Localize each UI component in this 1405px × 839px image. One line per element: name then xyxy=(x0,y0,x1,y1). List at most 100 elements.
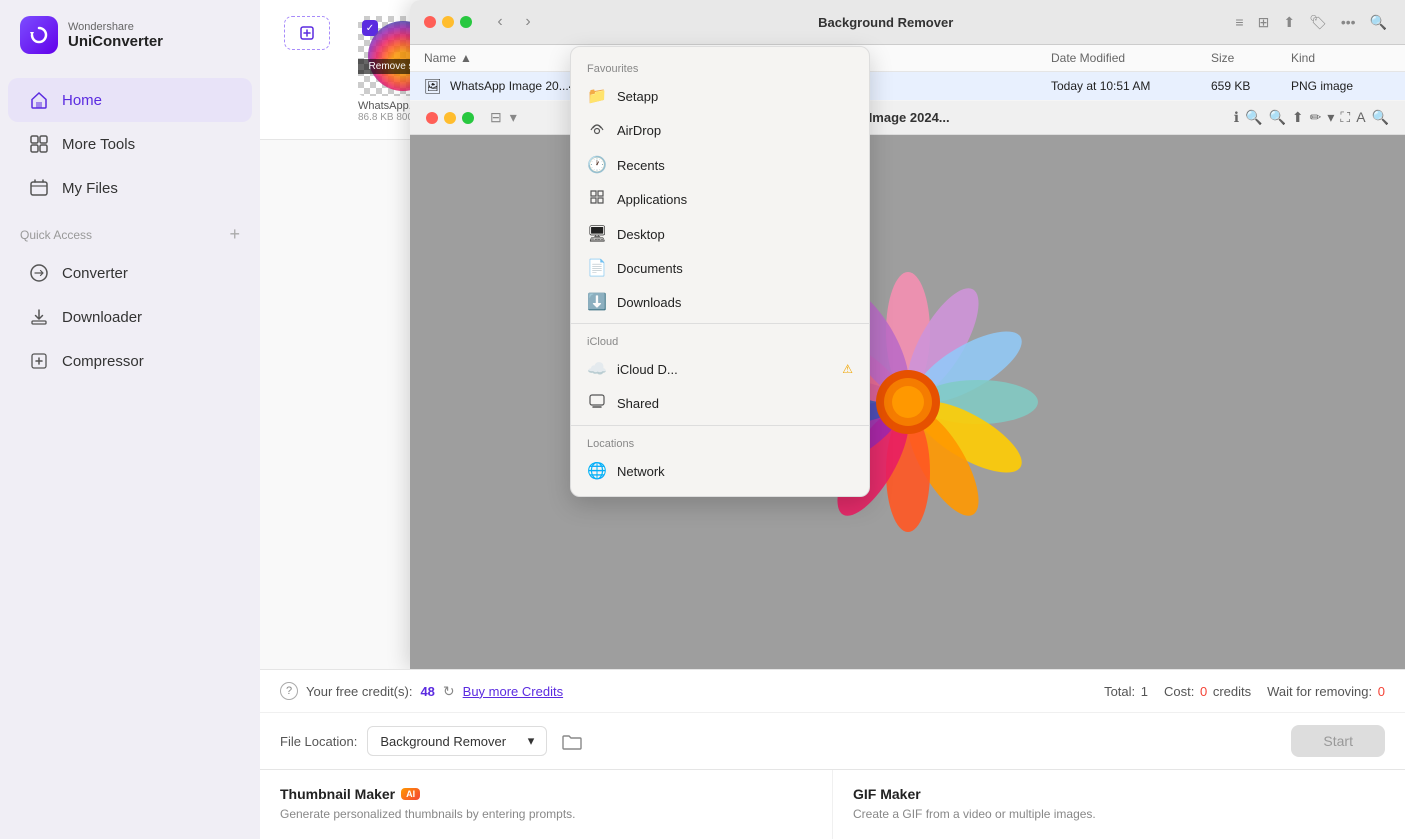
thumbnail-maker-card: Thumbnail Maker AI Generate personalized… xyxy=(260,770,833,839)
viewer-maximize[interactable] xyxy=(462,112,474,124)
picker-item-applications[interactable]: Applications xyxy=(571,182,869,217)
viewer-window-controls xyxy=(426,112,474,124)
window-close[interactable] xyxy=(424,16,436,28)
tools-row: Thumbnail Maker AI Generate personalized… xyxy=(260,769,1405,839)
dropdown-arrow-icon: ▾ xyxy=(528,733,535,749)
finder-preview-area xyxy=(410,135,1405,669)
more-icon[interactable]: ••• xyxy=(1337,12,1360,32)
file-location-select[interactable]: Background Remover ▾ xyxy=(367,726,547,756)
start-button[interactable]: Start xyxy=(1291,725,1385,757)
sort-arrow: ▲ xyxy=(460,51,472,65)
viewer-actions: ℹ 🔍 🔍 ⬆ ✏ ▾ ⛶ A 🔍 xyxy=(1234,109,1389,126)
credits-number: 48 xyxy=(420,684,434,699)
window-maximize[interactable] xyxy=(460,16,472,28)
compressor-label: Compressor xyxy=(62,353,144,370)
nav-back-button[interactable]: ‹ xyxy=(488,10,512,34)
icloud-drive-label: iCloud D... xyxy=(617,362,678,377)
picker-item-shared[interactable]: Shared xyxy=(571,386,869,421)
window-minimize[interactable] xyxy=(442,16,454,28)
file-date-cell: Today at 10:51 AM xyxy=(1051,79,1211,93)
zoom-in-icon[interactable]: 🔍 xyxy=(1268,109,1285,126)
zoom-out-icon[interactable]: 🔍 xyxy=(1245,109,1262,126)
picker-item-recents[interactable]: 🕐 Recents xyxy=(571,148,869,182)
quick-access-add[interactable]: + xyxy=(229,224,240,245)
edit-more-icon[interactable]: ▾ xyxy=(1327,109,1334,126)
finder-navigation: ‹ › xyxy=(488,10,540,34)
network-label: Network xyxy=(617,464,665,479)
markup-icon[interactable]: A xyxy=(1356,109,1365,126)
shared-label: Shared xyxy=(617,396,659,411)
search-icon[interactable]: 🔍 xyxy=(1366,12,1391,33)
gif-maker-title: GIF Maker xyxy=(853,786,1385,802)
picker-item-documents[interactable]: 📄 Documents xyxy=(571,251,869,285)
picker-item-icloud-drive[interactable]: ☁️ iCloud D... ⚠ xyxy=(571,352,869,386)
sidebar-item-compressor[interactable]: Compressor xyxy=(8,339,252,383)
main-content: ✓ Remove succ... ✓ WhatsApp...39 A 86.8 … xyxy=(260,0,1405,839)
picker-item-network[interactable]: 🌐 Network xyxy=(571,454,869,488)
logo-brand: Wondershare xyxy=(68,21,163,33)
sidebar-item-home[interactable]: Home xyxy=(8,78,252,122)
quick-access-label: Quick Access xyxy=(20,228,92,242)
buy-credits-link[interactable]: Buy more Credits xyxy=(463,684,563,699)
add-files-button[interactable] xyxy=(284,16,330,50)
picker-divider-1 xyxy=(571,323,869,324)
recents-label: Recents xyxy=(617,158,665,173)
refresh-icon[interactable]: ↻ xyxy=(443,683,455,700)
documents-label: Documents xyxy=(617,261,683,276)
sidebar-item-my-files[interactable]: My Files xyxy=(8,166,252,210)
picker-item-setapp[interactable]: 📁 Setapp xyxy=(571,79,869,113)
file-list-header: Name ▲ Date Modified Size Kind xyxy=(410,45,1405,72)
airdrop-label: AirDrop xyxy=(617,123,661,138)
picker-item-desktop[interactable]: 🖥 Desktop xyxy=(571,217,869,251)
viewer-search-icon[interactable]: 🔍 xyxy=(1372,109,1389,126)
sidebar: Wondershare UniConverter Home More Tools xyxy=(0,0,260,839)
more-tools-icon xyxy=(28,133,50,155)
picker-item-airdrop[interactable]: AirDrop xyxy=(571,113,869,148)
gif-maker-desc: Create a GIF from a video or multiple im… xyxy=(853,806,1385,823)
share-icon[interactable]: ⬆ xyxy=(1279,12,1299,33)
help-icon[interactable]: ? xyxy=(280,682,298,700)
fullscreen-icon[interactable]: ⛶ xyxy=(1340,109,1350,126)
view-mode-icon[interactable]: ⊟ xyxy=(490,109,502,126)
desktop-label: Desktop xyxy=(617,227,665,242)
logo-name: UniConverter xyxy=(68,33,163,50)
open-folder-button[interactable] xyxy=(557,726,587,756)
viewer-minimize[interactable] xyxy=(444,112,456,124)
total-info: Total: 1 Cost: 0 credits Wait for removi… xyxy=(1104,684,1385,699)
downloader-icon xyxy=(28,306,50,328)
tag-icon[interactable]: 🏷 xyxy=(1305,12,1331,33)
view-mode-dropdown[interactable]: ▾ xyxy=(510,109,517,126)
applications-icon xyxy=(587,189,607,210)
view-grid-icon[interactable]: ⊞ xyxy=(1254,12,1274,33)
picker-item-downloads[interactable]: ⬇️ Downloads xyxy=(571,285,869,319)
ai-badge: AI xyxy=(401,788,420,800)
file-list-row[interactable]: 🖼 WhatsApp Image 20...4 at 10.49.39 AM.p… xyxy=(410,72,1405,101)
edit-icon[interactable]: ✏ xyxy=(1310,109,1322,126)
file-size-cell: 659 KB xyxy=(1211,79,1291,93)
viewer-close[interactable] xyxy=(426,112,438,124)
nav-forward-button[interactable]: › xyxy=(516,10,540,34)
file-type-icon: 🖼 xyxy=(424,78,440,94)
col-size-header: Size xyxy=(1211,51,1291,65)
view-list-icon[interactable]: ≡ xyxy=(1231,12,1247,32)
share-action-icon[interactable]: ⬆ xyxy=(1292,109,1304,126)
airdrop-icon xyxy=(587,120,607,141)
sidebar-item-more-tools[interactable]: More Tools xyxy=(8,122,252,166)
my-files-icon xyxy=(28,177,50,199)
file-location-label: File Location: xyxy=(280,734,357,749)
credits-row: ? Your free credit(s): 48 ↻ Buy more Cre… xyxy=(260,670,1405,713)
home-icon xyxy=(28,89,50,111)
sidebar-item-converter[interactable]: Converter xyxy=(8,251,252,295)
sidebar-item-downloader[interactable]: Downloader xyxy=(8,295,252,339)
converter-icon xyxy=(28,262,50,284)
shared-icon xyxy=(587,393,607,414)
file-picker-dropdown: Favourites 📁 Setapp AirDrop 🕐 Recents xyxy=(570,46,870,497)
home-label: Home xyxy=(62,92,102,109)
finder-toolbar: ‹ › Background Remover ≡ ⊞ ⬆ 🏷 ••• 🔍 xyxy=(410,0,1405,45)
file-kind-cell: PNG image xyxy=(1291,79,1391,93)
total-value: 1 xyxy=(1141,684,1148,699)
thumbnail-maker-title: Thumbnail Maker AI xyxy=(280,786,812,802)
info-icon[interactable]: ℹ xyxy=(1234,109,1239,126)
downloads-label: Downloads xyxy=(617,295,681,310)
compressor-icon xyxy=(28,350,50,372)
